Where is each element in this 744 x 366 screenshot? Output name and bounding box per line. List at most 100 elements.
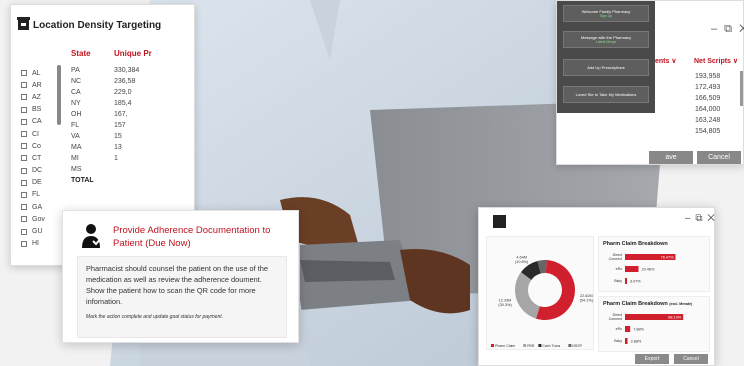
- legend-label: Pharm Claim: [495, 344, 515, 348]
- table-row: NC 236,58: [71, 78, 136, 85]
- bar-category-label: Direct Connect: [609, 253, 622, 261]
- table-row: VA 15: [71, 133, 122, 140]
- checkbox[interactable]: [21, 240, 27, 247]
- donut-chart: 22.62M (54.1%) 12.33M (30.3%) 4.64M (10.8%) Ph…: [491, 255, 594, 348]
- action-button[interactable]: Welcome Family Pharmacy Sign Up: [563, 5, 649, 22]
- state-checkbox[interactable]: DE: [21, 177, 45, 189]
- slice-data-label: 12.33M (30.3%): [498, 299, 512, 308]
- list-item: 154,805: [695, 128, 721, 135]
- state-checkbox[interactable]: GU: [21, 225, 45, 237]
- bar-value-label: 3.88%: [631, 340, 642, 344]
- slice-data-label: 4.64M (10.8%): [515, 255, 529, 263]
- net-scripts-window: Welcome Family Pharmacy Sign Up Message w…: [556, 0, 744, 165]
- window-controls[interactable]: – ⧉ ✕: [685, 213, 716, 224]
- legend-swatch: [538, 344, 542, 347]
- state-checkbox[interactable]: FL: [21, 189, 45, 201]
- state-checkbox[interactable]: CA: [21, 116, 45, 128]
- state-column-header[interactable]: State: [71, 49, 91, 58]
- table-row: CA 229,0: [71, 89, 132, 96]
- legend-swatch: [523, 344, 527, 347]
- bar[interactable]: [625, 338, 628, 344]
- window-controls[interactable]: – ⧉ ✕: [711, 23, 744, 36]
- export-button[interactable]: Export: [635, 354, 669, 364]
- action-button[interactable]: Loved Ste to Take My Medications: [563, 86, 649, 103]
- bar-panel: Pharm Claim Breakdown Direct Connect 76.47…: [598, 236, 710, 292]
- state-checkbox[interactable]: CI: [21, 128, 45, 140]
- donut-panel: 22.62M (54.1%) 12.33M (30.3%) 4.64M (10.8%) Ph…: [486, 236, 594, 350]
- state-checkbox[interactable]: BS: [21, 104, 45, 116]
- bar[interactable]: [625, 266, 639, 272]
- bar-value-label: 3.07%: [630, 280, 641, 284]
- table-total-row: TOTAL: [71, 177, 94, 184]
- unique-column-header[interactable]: Unique Pr: [114, 49, 152, 58]
- state-checkbox[interactable]: DC: [21, 165, 45, 177]
- store-icon: [17, 17, 30, 30]
- table-row: MA 13: [71, 144, 122, 151]
- checkbox[interactable]: [21, 106, 27, 113]
- list-item: 193,958: [695, 73, 721, 80]
- chart-icon: [493, 215, 506, 228]
- state-checkbox[interactable]: CT: [21, 152, 45, 164]
- state-checkbox[interactable]: Gov: [21, 213, 45, 225]
- state-checkbox[interactable]: AL: [21, 67, 45, 79]
- checkbox[interactable]: [21, 131, 27, 138]
- scrollbar[interactable]: [740, 71, 743, 106]
- table-row: MS: [71, 166, 82, 173]
- table-row: PA 330,384: [71, 67, 140, 74]
- checkbox[interactable]: [21, 155, 27, 162]
- table-row: OH 167,: [71, 111, 128, 118]
- legend-label: PBR: [527, 344, 535, 348]
- checkbox[interactable]: [21, 167, 27, 174]
- claims-chart-window: – ⧉ ✕ 22.62M (54.1%) 12.33M (30.3%) 4.64M (10…: [478, 207, 715, 366]
- table-row: MI 1: [71, 155, 118, 162]
- adherence-action-card: Provide Adherence Documentation to Patie…: [62, 210, 299, 343]
- bar-category-label: eRx: [616, 327, 623, 331]
- bar-category-label: Direct Connect: [609, 313, 622, 321]
- bar-chart: Direct Connect 88.13% eRx 7.88% Bsky 3.88%: [609, 313, 684, 344]
- checkbox[interactable]: [21, 228, 27, 235]
- legend-label: NSSP: [572, 344, 582, 348]
- list-item: 172,493: [695, 84, 721, 91]
- checkbox[interactable]: [21, 70, 27, 77]
- table-row: FL 157: [71, 122, 126, 129]
- bar-value-label: 76.47%: [661, 256, 675, 260]
- action-button[interactable]: Message with the Pharmacy Latest Merge: [563, 31, 649, 48]
- checkbox[interactable]: [21, 94, 27, 101]
- legend-label: Cash Trans: [542, 344, 560, 348]
- cancel-button[interactable]: Cancel: [674, 354, 708, 364]
- bar-value-label: 7.88%: [633, 328, 644, 332]
- state-table: PA 330,384 NC 236,58 CA 229,0 NY 185,4 OH 167…: [71, 67, 154, 188]
- bar-chart: Direct Connect 76.47% eRx 20.46% Bsky 3.07%: [609, 253, 676, 284]
- checkbox[interactable]: [21, 204, 27, 211]
- state-checkbox[interactable]: HI: [21, 238, 45, 250]
- list-item: 164,000: [695, 106, 721, 113]
- action-panel: Welcome Family Pharmacy Sign Up Message w…: [557, 1, 655, 113]
- checkbox[interactable]: [21, 82, 27, 89]
- checkbox[interactable]: [21, 179, 27, 186]
- state-checkbox[interactable]: Co: [21, 140, 45, 152]
- card-description: Pharmacist should counsel the patient on…: [86, 264, 269, 306]
- bar[interactable]: [625, 278, 628, 284]
- card-title: Provide Adherence Documentation to Patie…: [113, 225, 271, 249]
- checkbox[interactable]: [21, 191, 27, 198]
- bar[interactable]: [625, 326, 631, 332]
- bar-value-label: 88.13%: [668, 316, 682, 320]
- checkbox[interactable]: [21, 118, 27, 125]
- donut-slice[interactable]: [515, 272, 540, 319]
- bar-panel: Pharm Claim Breakdown (excl. Mevate) Dir…: [598, 296, 710, 352]
- state-checkbox[interactable]: AR: [21, 79, 45, 91]
- state-checkbox[interactable]: AZ: [21, 91, 45, 103]
- window-title: Location Density Targeting: [33, 20, 162, 31]
- cancel-button[interactable]: Cancel: [697, 151, 741, 164]
- patients-column-header[interactable]: ents ∨: [655, 57, 676, 65]
- save-button[interactable]: ave: [649, 151, 693, 164]
- card-body: Pharmacist should counsel the patient on…: [77, 256, 287, 338]
- scrollbar[interactable]: [57, 65, 61, 125]
- bar-category-label: eRx: [616, 267, 623, 271]
- checkbox[interactable]: [21, 216, 27, 223]
- action-button[interactable]: Add Up Prescriptions: [563, 59, 649, 76]
- checkbox[interactable]: [21, 143, 27, 150]
- net-scripts-column-header[interactable]: Net Scripts ∨: [694, 57, 738, 65]
- bar-category-label: Bsky: [614, 339, 622, 343]
- state-checkbox[interactable]: GA: [21, 201, 45, 213]
